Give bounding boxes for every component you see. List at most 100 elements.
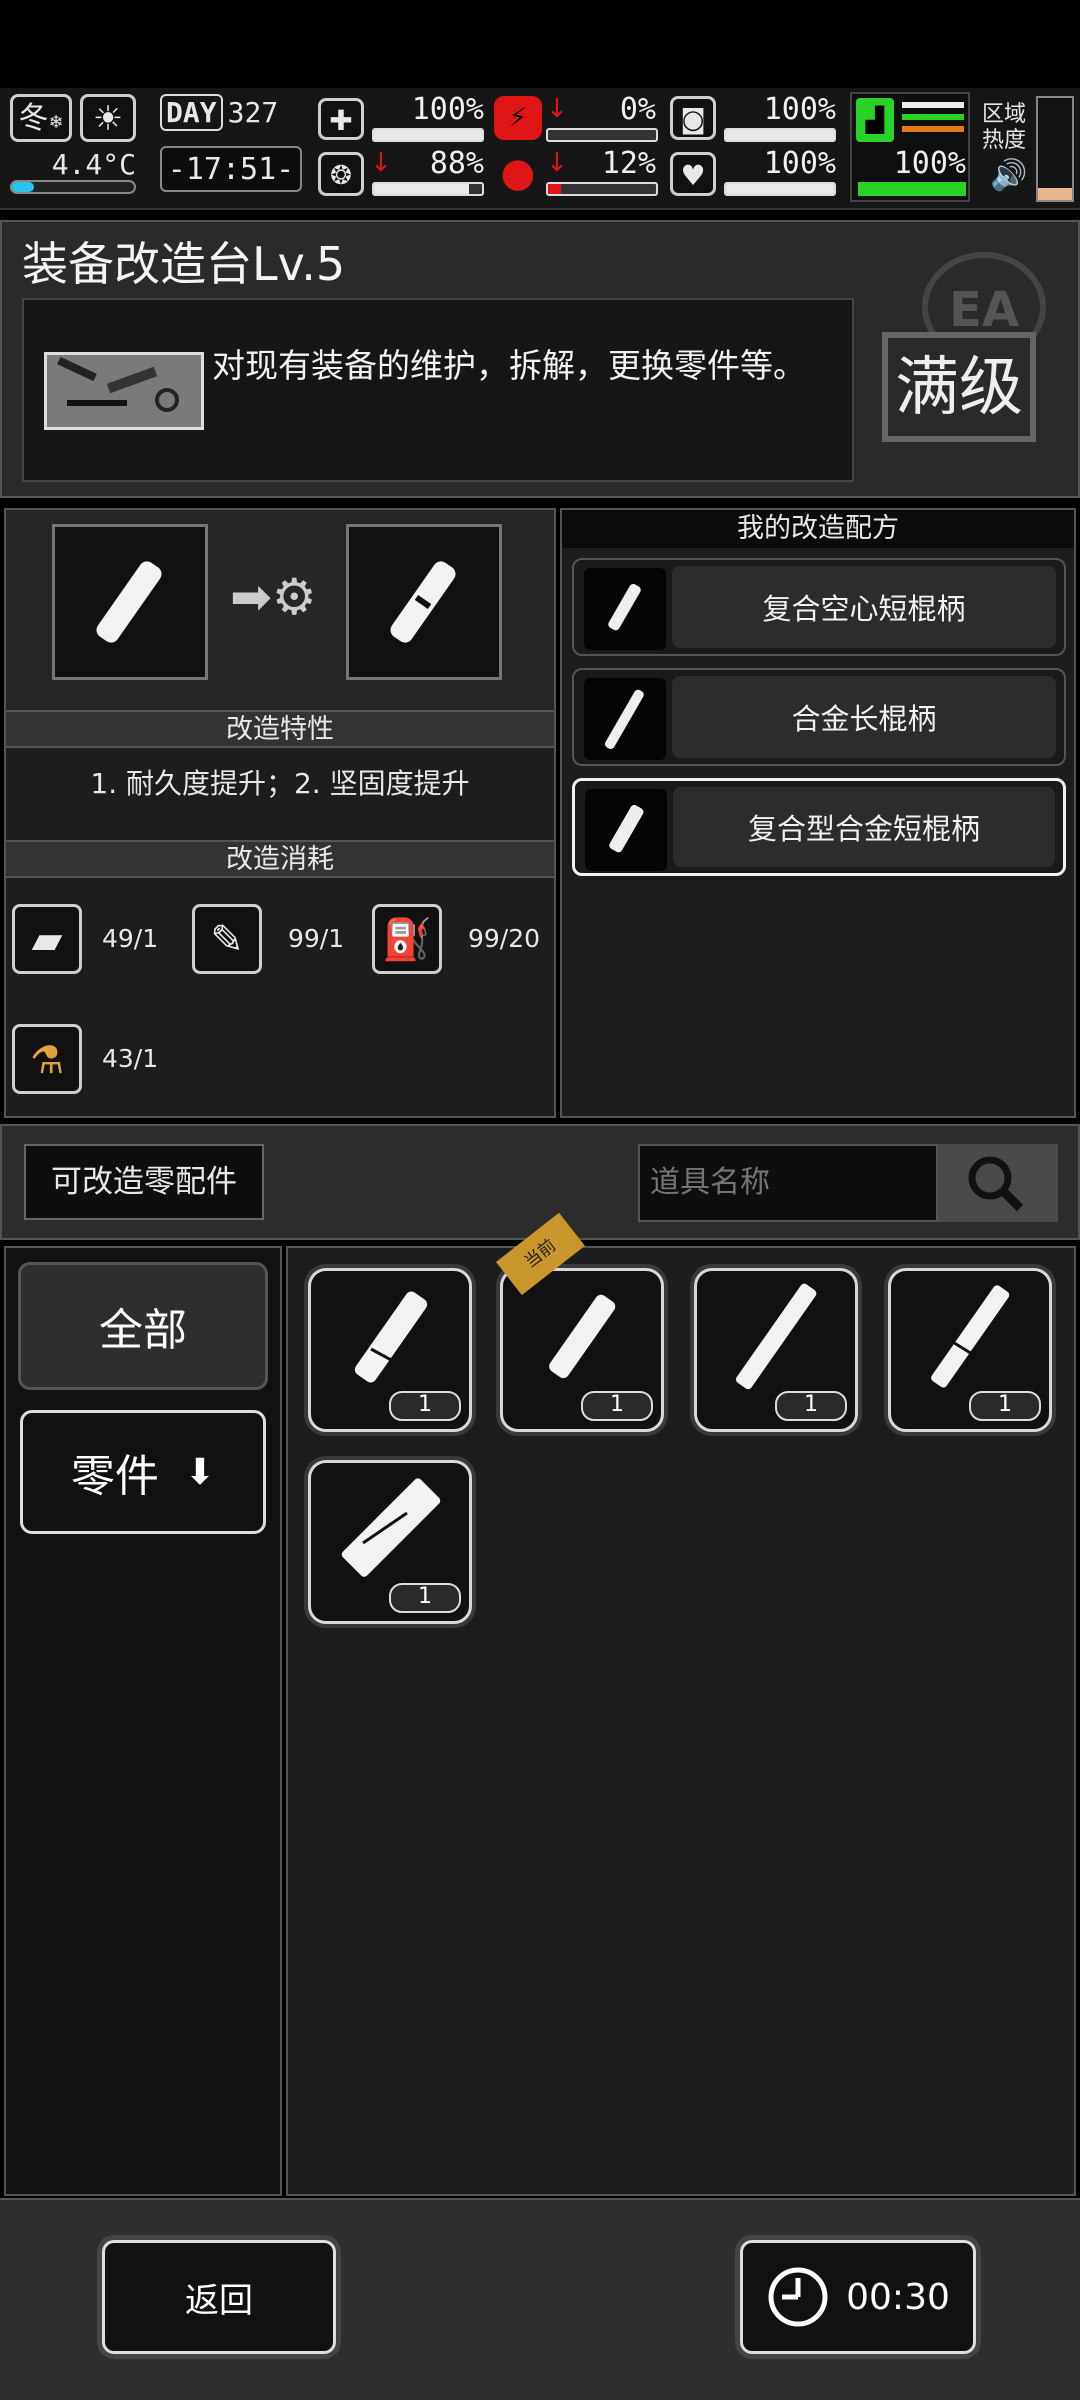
source-item-slot[interactable] bbox=[52, 524, 208, 680]
item-count: 1 bbox=[389, 1391, 461, 1421]
arrow-down-icon: ⬇ bbox=[184, 1451, 216, 1493]
day-counter: DAY 327 bbox=[160, 94, 302, 140]
back-label: 返回 bbox=[185, 2280, 253, 2321]
parts-grid: 1 1 当前 1 1 1 bbox=[286, 1212, 1076, 2196]
clock-icon bbox=[768, 2267, 828, 2327]
fuel-can-icon: ⛽ bbox=[372, 904, 442, 974]
flask-icon: ⚗ bbox=[12, 1024, 82, 1094]
blood-drop-icon: ● bbox=[500, 150, 536, 196]
zone-heat-label: 区域 热度 bbox=[982, 102, 1027, 153]
heart-value: 100% bbox=[763, 146, 836, 181]
thirst-value: 100% bbox=[763, 92, 836, 127]
zone-heat-fill bbox=[1038, 187, 1072, 200]
boot-icon: ▟ bbox=[856, 98, 894, 142]
description-box: 对现有装备的维护，拆解，更换零件等。 bbox=[22, 298, 854, 482]
badge-label: 满级 bbox=[882, 332, 1036, 442]
handle-icon bbox=[931, 1285, 1010, 1388]
recipe-item-selected[interactable]: 复合型合金短棍柄 bbox=[572, 778, 1066, 876]
parts-title: 可改造零配件 bbox=[24, 1144, 264, 1220]
cost-value: 49/1 bbox=[102, 924, 159, 953]
search-input[interactable] bbox=[638, 1144, 938, 1222]
heart-bar-fill bbox=[726, 184, 834, 194]
stamina-bar bbox=[858, 182, 966, 196]
speaker-icon[interactable]: 🔊 bbox=[990, 158, 1027, 193]
back-button[interactable]: 返回 bbox=[102, 2240, 336, 2354]
stamina-panel: ▟ 100% bbox=[850, 92, 970, 202]
blood-bar-fill bbox=[548, 184, 561, 194]
parts-toolbar: 可改造零配件 bbox=[0, 1124, 1080, 1240]
stamina-stripes bbox=[902, 102, 964, 138]
sun-icon: ☀ bbox=[80, 94, 136, 142]
recipe-item[interactable]: 复合空心短棍柄 bbox=[572, 558, 1066, 656]
thirst-bar bbox=[724, 128, 836, 142]
item-count: 1 bbox=[581, 1391, 653, 1421]
recipe-item[interactable]: 合金长棍柄 bbox=[572, 668, 1066, 766]
recipes-panel: 我的改造配方 复合空心短棍柄 合金长棍柄 复合型合金短棍柄 bbox=[560, 508, 1076, 1118]
handle-icon bbox=[735, 1283, 817, 1390]
target-item-slot[interactable] bbox=[346, 524, 502, 680]
handle-icon bbox=[341, 1478, 441, 1577]
part-slot[interactable]: 1 bbox=[888, 1268, 1052, 1432]
thirst-bar-fill bbox=[726, 130, 834, 140]
search-icon bbox=[968, 1156, 1024, 1212]
category-parts-label: 零件 bbox=[70, 1451, 159, 1502]
handle-icon bbox=[354, 1291, 428, 1383]
category-all[interactable]: 全部 bbox=[18, 1262, 268, 1390]
blood-value: 12% bbox=[601, 146, 656, 181]
workbench-tools-icon bbox=[44, 352, 204, 430]
mental-bar-fill bbox=[374, 184, 470, 194]
handle-icon bbox=[96, 561, 162, 643]
traits-text: 1. 耐久度提升；2. 坚固度提升 bbox=[90, 767, 470, 800]
heart-bar bbox=[724, 182, 836, 196]
part-slot[interactable]: 1 bbox=[308, 1460, 472, 1624]
hunger-bar bbox=[546, 128, 658, 142]
handle-icon bbox=[584, 568, 666, 650]
health-value: 100% bbox=[411, 92, 484, 127]
item-count: 1 bbox=[775, 1391, 847, 1421]
workbench-header: 装备改造台Lv.5 对现有装备的维护，拆解，更换零件等。 EA 满级 bbox=[0, 220, 1080, 498]
health-bar bbox=[372, 128, 484, 142]
water-canteen-icon: ◙ bbox=[670, 96, 716, 140]
modify-panel: ➡⚙ 改造特性 1. 耐久度提升；2. 坚固度提升 改造消耗 ▰ 49/1 ✎ … bbox=[4, 508, 556, 1118]
stamina-bar-fill bbox=[860, 184, 964, 194]
temperature-readout: 4.4°C bbox=[51, 148, 136, 181]
item-count: 1 bbox=[389, 1583, 461, 1613]
modify-preview: ➡⚙ bbox=[6, 510, 554, 710]
stamina-value: 100% bbox=[893, 146, 966, 181]
heart-icon: ♥ bbox=[670, 152, 716, 196]
handle-icon bbox=[585, 789, 667, 871]
cost-value: 99/1 bbox=[288, 924, 345, 953]
cloth-icon: ▰ bbox=[12, 904, 82, 974]
blood-bar bbox=[546, 182, 658, 196]
workbench-description: 对现有装备的维护，拆解，更换零件等。 bbox=[212, 346, 806, 385]
search-button[interactable] bbox=[938, 1144, 1058, 1222]
mental-value: 88% bbox=[429, 146, 484, 181]
status-hud: 冬❄ ☀ 4.4°C DAY 327 -17:51- ✚ 100% ⚡ ↓ 0%… bbox=[0, 88, 1080, 210]
clock-display: -17:51- bbox=[160, 146, 302, 192]
max-level-badge: EA 满级 bbox=[882, 252, 1052, 460]
health-bar-fill bbox=[374, 130, 482, 140]
recipes-header: 我的改造配方 bbox=[562, 510, 1074, 548]
stomach-icon: ⚡ bbox=[494, 96, 542, 140]
item-count: 1 bbox=[969, 1391, 1041, 1421]
part-slot[interactable]: 1 bbox=[694, 1268, 858, 1432]
handle-icon bbox=[390, 561, 456, 643]
part-slot[interactable]: 1 bbox=[308, 1268, 472, 1432]
medkit-icon: ✚ bbox=[318, 98, 364, 140]
traits-header: 改造特性 bbox=[6, 710, 554, 748]
page-title: 装备改造台Lv.5 bbox=[22, 237, 346, 291]
syringe-icon: ✎ bbox=[192, 904, 262, 974]
handle-icon bbox=[584, 678, 666, 760]
thermometer-icon bbox=[10, 180, 136, 194]
cost-value: 99/20 bbox=[468, 924, 541, 953]
timer-button[interactable]: 00:30 bbox=[740, 2240, 976, 2354]
arrow-gear-icon: ➡⚙ bbox=[230, 568, 317, 626]
timer-value: 00:30 bbox=[846, 2276, 950, 2318]
zone-heat-meter bbox=[1036, 96, 1074, 202]
cost-value: 43/1 bbox=[102, 1044, 159, 1073]
mental-bar bbox=[372, 182, 484, 196]
category-parts[interactable]: 零件 ⬇ bbox=[20, 1410, 266, 1534]
brain-icon: ❂ bbox=[318, 152, 364, 196]
hunger-value: 0% bbox=[619, 92, 656, 127]
season-icon: 冬❄ bbox=[10, 94, 72, 142]
